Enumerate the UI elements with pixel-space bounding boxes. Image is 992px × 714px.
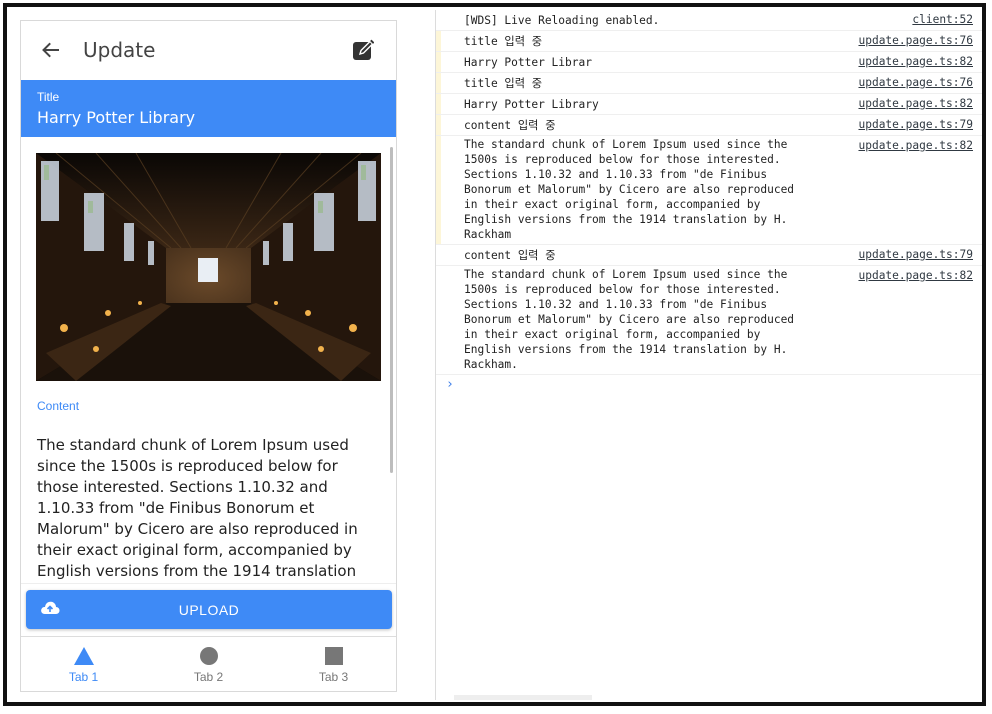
screenshot-frame: Update Title Harry Potter Library Conten… [3, 3, 986, 706]
library-hall-image [36, 153, 381, 381]
title-input[interactable] [37, 108, 380, 127]
log-message: [WDS] Live Reloading enabled. [464, 14, 660, 27]
content-scrollbar[interactable] [390, 147, 393, 473]
edit-icon [353, 39, 374, 60]
page-title: Update [83, 38, 156, 62]
tab-2-label: Tab 2 [193, 670, 224, 684]
log-source-link[interactable]: update.page.ts:79 [858, 117, 973, 132]
console-log-row: Harry Potter Library update.page.ts:82 [436, 94, 982, 115]
content-scroll-area[interactable]: Content The standard chunk of Lorem Ipsu… [21, 137, 396, 583]
console-log-row: content 입력 중 update.page.ts:79 [436, 115, 982, 136]
console-input[interactable] [462, 375, 962, 395]
triangle-icon [73, 646, 94, 666]
log-highlight-marker [436, 136, 441, 244]
devtools-console: [WDS] Live Reloading enabled. client:52 ti… [435, 10, 982, 700]
log-source-link[interactable]: update.page.ts:76 [858, 33, 973, 48]
content-label: Content [37, 399, 80, 413]
log-highlight-marker [436, 115, 441, 135]
console-prompt-line[interactable]: › [436, 375, 982, 399]
log-message: The standard chunk of Lorem Ipsum used s… [464, 268, 801, 371]
tab-1-label: Tab 1 [68, 670, 99, 684]
log-highlight-marker [436, 52, 441, 72]
upload-label: UPLOAD [178, 601, 240, 618]
tab-1[interactable]: Tab 1 [21, 637, 146, 691]
console-bottom-tab[interactable] [454, 695, 592, 700]
console-log-list: [WDS] Live Reloading enabled. client:52 ti… [436, 10, 982, 375]
log-highlight-marker [436, 94, 441, 114]
mobile-app-preview: Update Title Harry Potter Library Conten… [20, 20, 397, 692]
log-highlight-marker [436, 31, 441, 51]
cloud-upload-icon [41, 601, 60, 614]
title-field[interactable]: Title [21, 80, 396, 137]
log-source-link[interactable]: update.page.ts:82 [858, 96, 973, 111]
circle-icon [199, 646, 218, 666]
content-textarea[interactable]: The standard chunk of Lorem Ipsum used s… [37, 435, 377, 583]
tab-2[interactable]: Tab 2 [146, 637, 271, 691]
log-source-link[interactable]: update.page.ts:79 [858, 247, 973, 262]
console-log-row: The standard chunk of Lorem Ipsum used s… [436, 136, 982, 245]
tab-bar: Tab 1 Tab 2 Tab 3 [21, 636, 396, 691]
back-button[interactable] [27, 21, 73, 79]
console-log-row: title 입력 중 update.page.ts:76 [436, 31, 982, 52]
console-log-row: content 입력 중 update.page.ts:79 [436, 245, 982, 266]
log-highlight-marker [436, 73, 441, 93]
console-log-row: The standard chunk of Lorem Ipsum used s… [436, 266, 982, 375]
log-source-link[interactable]: update.page.ts:82 [858, 138, 973, 153]
log-source-link[interactable]: update.page.ts:82 [858, 54, 973, 69]
square-icon [324, 646, 343, 666]
upload-bar: UPLOAD [21, 583, 396, 635]
library-hall-illustration [36, 153, 381, 381]
toolbar: Update [21, 21, 396, 79]
arrow-back-icon [42, 42, 59, 58]
content-text-value: The standard chunk of Lorem Ipsum used s… [37, 436, 358, 580]
tab-3[interactable]: Tab 3 [271, 637, 396, 691]
log-message: The standard chunk of Lorem Ipsum used s… [464, 138, 801, 241]
console-log-row: Harry Potter Librar update.page.ts:82 [436, 52, 982, 73]
log-source-link[interactable]: client:52 [912, 12, 973, 27]
console-log-row: [WDS] Live Reloading enabled. client:52 [436, 10, 982, 31]
console-prompt-icon: › [446, 377, 454, 392]
log-source-link[interactable]: update.page.ts:82 [858, 268, 973, 283]
tab-3-label: Tab 3 [318, 670, 349, 684]
upload-button[interactable]: UPLOAD [26, 590, 392, 629]
title-label: Title [37, 90, 60, 104]
console-log-row: title 입력 중 update.page.ts:76 [436, 73, 982, 94]
log-source-link[interactable]: update.page.ts:76 [858, 75, 973, 90]
edit-button[interactable] [340, 21, 386, 79]
